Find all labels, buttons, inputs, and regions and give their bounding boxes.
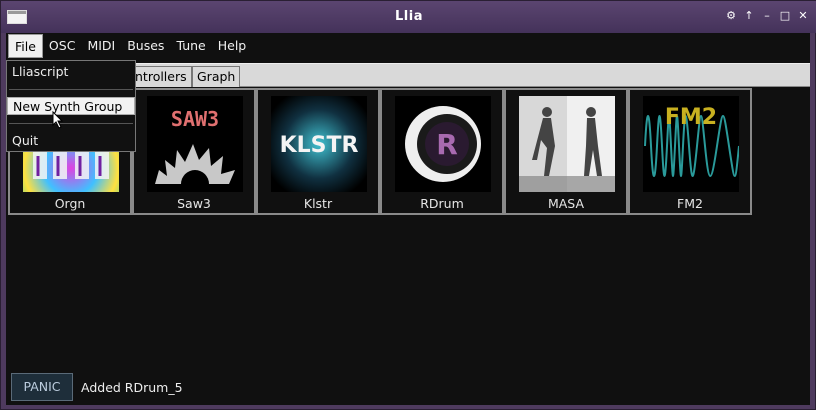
- rdrum-logo: R: [395, 96, 491, 192]
- mouse-cursor-icon: [52, 110, 64, 132]
- gear-icon[interactable]: ⚙: [725, 9, 737, 23]
- minimize-icon[interactable]: –: [761, 9, 773, 23]
- klstr-logo: KLSTR: [271, 96, 367, 192]
- main-area: File OSC MIDI Buses Tune Help ntrollers …: [6, 33, 810, 405]
- file-menu: Lliascript New Synth Group Quit: [6, 60, 136, 152]
- menu-buses[interactable]: Buses: [121, 34, 170, 58]
- synth-tile-klstr[interactable]: KLSTR Klstr: [256, 88, 380, 215]
- synth-label: RDrum: [420, 196, 464, 211]
- title-bar[interactable]: Llia ⚙ ↑ – □ ✕: [1, 1, 816, 33]
- menu-item-new-synth-group[interactable]: New Synth Group: [7, 97, 135, 115]
- fm2-logo: FM2: [643, 96, 739, 192]
- synth-label: FM2: [677, 196, 703, 211]
- synth-label: Orgn: [54, 196, 86, 211]
- menu-file[interactable]: File: [8, 34, 43, 58]
- arrow-up-icon[interactable]: ↑: [743, 9, 755, 23]
- app-window: Llia ⚙ ↑ – □ ✕ File OSC MIDI Buses Tune …: [0, 0, 816, 410]
- menu-osc[interactable]: OSC: [43, 34, 82, 58]
- saw3-logo-text: SAW3: [171, 107, 219, 131]
- tab-controllers[interactable]: ntrollers: [130, 66, 192, 87]
- menu-separator: [9, 89, 133, 90]
- menu-separator: [9, 123, 133, 124]
- menu-tune[interactable]: Tune: [170, 34, 211, 58]
- klstr-logo-text: KLSTR: [280, 133, 359, 158]
- close-icon[interactable]: ✕: [797, 9, 809, 23]
- saw3-logo: SAW3: [147, 96, 243, 192]
- fm2-logo-text: FM2: [665, 105, 717, 130]
- tab-graph[interactable]: Graph: [192, 66, 241, 87]
- menu-item-lliascript[interactable]: Lliascript: [7, 63, 135, 81]
- menubar: File OSC MIDI Buses Tune Help: [6, 33, 810, 59]
- synth-label: Klstr: [303, 196, 333, 211]
- synth-label: Saw3: [177, 196, 211, 211]
- menu-item-quit[interactable]: Quit: [7, 132, 135, 150]
- menu-midi[interactable]: MIDI: [81, 34, 121, 58]
- synth-label: MASA: [547, 196, 585, 211]
- maximize-icon[interactable]: □: [779, 9, 791, 23]
- synth-tile-masa[interactable]: MASA: [504, 88, 628, 215]
- menu-help[interactable]: Help: [212, 34, 253, 58]
- masa-logo: [519, 96, 615, 192]
- synth-tile-saw3[interactable]: SAW3 Saw3: [132, 88, 256, 215]
- status-text: Added RDrum_5: [81, 380, 183, 395]
- panic-button[interactable]: PANIC: [11, 373, 73, 401]
- rdrum-logo-text: R: [436, 128, 458, 161]
- synth-tile-rdrum[interactable]: R RDrum: [380, 88, 504, 215]
- synth-tile-fm2[interactable]: FM2 FM2: [628, 88, 752, 215]
- window-title: Llia: [395, 9, 423, 24]
